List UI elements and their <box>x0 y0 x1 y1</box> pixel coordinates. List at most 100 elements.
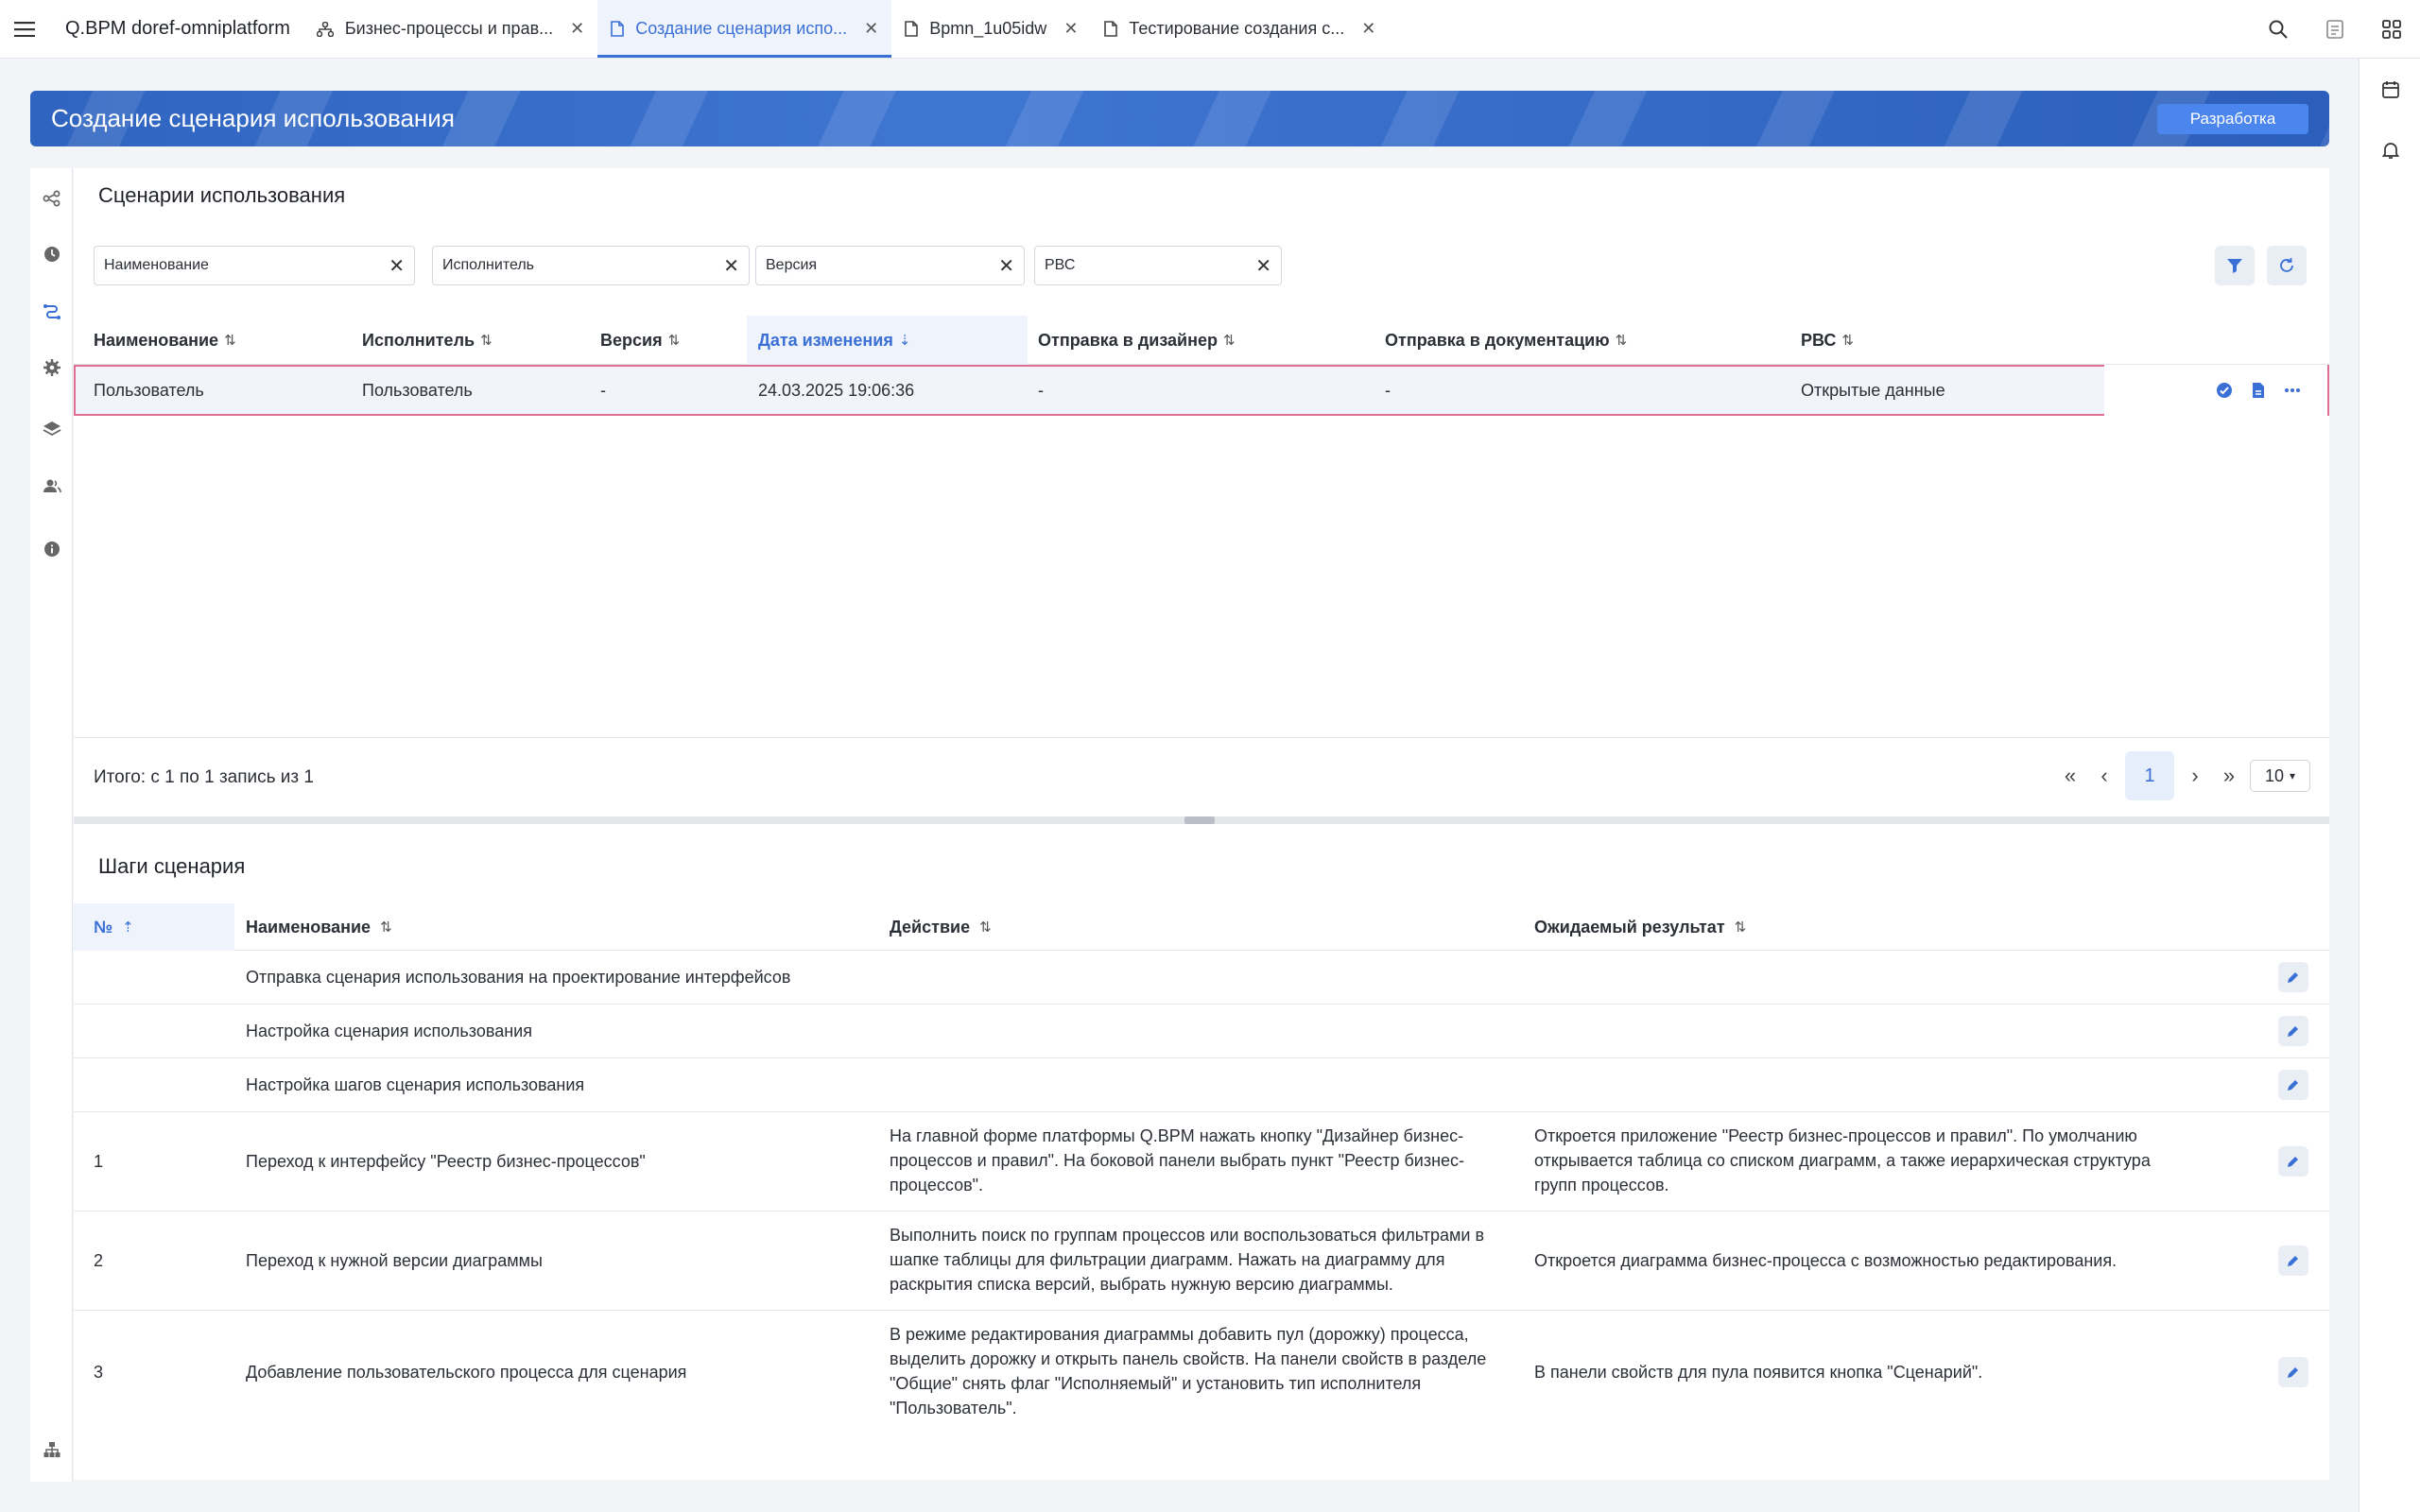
app-title[interactable]: Q.BPM doref-omniplatform <box>49 0 303 58</box>
edit-button[interactable] <box>2278 1357 2308 1387</box>
column-header-action[interactable]: Действие ⇅ <box>890 903 992 951</box>
panel-splitter[interactable] <box>74 816 2329 824</box>
process-tree-icon[interactable] <box>30 180 73 217</box>
next-page-icon[interactable]: › <box>2182 751 2208 800</box>
steps-panel: Шаги сценария № ⇡ Наименование ⇅ Действие ⇅… <box>74 824 2329 1480</box>
refresh-button[interactable] <box>2267 246 2307 285</box>
table-row[interactable]: Отправка сценария использования на проек… <box>74 951 2329 1005</box>
cell-step-name: Переход к нужной версии диаграммы <box>246 1251 543 1270</box>
filter-executor[interactable]: Исполнитель ✕ <box>432 246 750 285</box>
cell-version: - <box>600 380 606 400</box>
close-icon[interactable]: ✕ <box>570 19 584 39</box>
splitter-handle[interactable] <box>1184 816 1215 824</box>
filter-toggle-button[interactable] <box>2215 246 2255 285</box>
cell-expected-result <box>1534 1005 2177 1057</box>
clear-filter-icon[interactable]: ✕ <box>998 254 1014 278</box>
cell-action: В режиме редактирования диаграммы добави… <box>890 1325 1487 1415</box>
cell-step-name: Настройка сценария использования <box>246 1022 532 1040</box>
pencil-icon <box>2287 971 2300 984</box>
cell-expected-result: Откроется диаграмма бизнес-процесса с во… <box>1534 1251 2118 1270</box>
layers-icon[interactable] <box>30 410 73 448</box>
column-header-rvs[interactable]: РВС ⇅ <box>1801 316 1854 365</box>
sort-icon: ⇅ <box>979 919 992 936</box>
page-button-current[interactable]: 1 <box>2125 751 2174 800</box>
column-header-number[interactable]: № ⇡ <box>74 903 234 951</box>
cell-expected-result: В панели свойств для пула появится кнопк… <box>1534 1363 1983 1382</box>
filter-label: Версия <box>766 257 818 273</box>
cell-to-designer: - <box>1038 380 1044 400</box>
column-header-version[interactable]: Версия ⇅ <box>600 316 680 365</box>
search-icon[interactable] <box>2250 0 2307 59</box>
environment-badge[interactable]: Разработка <box>2157 104 2308 134</box>
left-sidebar <box>30 168 73 1482</box>
filter-version[interactable]: Версия ✕ <box>755 246 1025 285</box>
top-bar: Q.BPM doref-omniplatform Бизнес-процессы… <box>0 0 2420 59</box>
approve-icon[interactable] <box>2216 382 2233 399</box>
page-size-select[interactable]: 10 ▾ <box>2250 760 2310 792</box>
clear-filter-icon[interactable]: ✕ <box>723 254 739 278</box>
settings-gear-icon[interactable] <box>30 349 73 387</box>
scenarios-title: Сценарии использования <box>98 183 346 207</box>
filter-label: РВС <box>1045 257 1076 273</box>
last-page-icon[interactable]: » <box>2216 751 2242 800</box>
tab-create-scenario[interactable]: Создание сценария испо... ✕ <box>597 0 892 58</box>
column-header-to-designer[interactable]: Отправка в дизайнер ⇅ <box>1038 316 1236 365</box>
first-page-icon[interactable]: « <box>2057 751 2083 800</box>
edit-button[interactable] <box>2278 1070 2308 1100</box>
right-rail <box>2359 59 2420 1512</box>
filter-name[interactable]: Наименование ✕ <box>94 246 415 285</box>
filter-icon <box>2226 257 2243 274</box>
page-header-banner: Создание сценария использования Разработ… <box>30 91 2329 146</box>
column-header-executor[interactable]: Исполнитель ⇅ <box>362 316 493 365</box>
row-actions <box>2104 365 2327 416</box>
sort-icon: ⇅ <box>480 333 493 349</box>
tab-bpmn[interactable]: Bpmn_1u05idw ✕ <box>891 0 1091 58</box>
column-header-name[interactable]: Наименование ⇅ <box>94 316 236 365</box>
column-header-to-docs[interactable]: Отправка в документацию ⇅ <box>1385 316 1627 365</box>
table-row[interactable]: 1 Переход к интерфейсу "Реестр бизнес-пр… <box>74 1112 2329 1211</box>
cell-rvs: Открытые данные <box>1801 380 1945 400</box>
table-row[interactable]: Пользователь Пользователь - 24.03.2025 1… <box>74 365 2329 416</box>
table-row[interactable]: Настройка сценария использования <box>74 1005 2329 1058</box>
document-icon[interactable] <box>2252 382 2265 399</box>
sort-asc-icon: ⇡ <box>122 919 134 936</box>
filter-rvs[interactable]: РВС ✕ <box>1034 246 1282 285</box>
bell-icon[interactable] <box>2360 120 2420 180</box>
users-icon[interactable] <box>30 467 73 505</box>
more-icon[interactable] <box>2284 387 2301 393</box>
tab-testing[interactable]: Тестирование создания с... ✕ <box>1091 0 1389 58</box>
table-row[interactable]: Настройка шагов сценария использования <box>74 1058 2329 1112</box>
close-icon[interactable]: ✕ <box>1361 19 1375 39</box>
clear-filter-icon[interactable]: ✕ <box>1255 254 1271 278</box>
list-icon[interactable] <box>2307 0 2363 59</box>
history-clock-icon[interactable] <box>30 235 73 273</box>
chevron-down-icon: ▾ <box>2290 769 2296 782</box>
menu-icon[interactable] <box>0 0 49 58</box>
edit-button[interactable] <box>2278 962 2308 992</box>
cell-expected-result <box>1534 1058 2177 1111</box>
edit-button[interactable] <box>2278 1016 2308 1046</box>
sort-icon: ⇅ <box>380 919 392 936</box>
edit-button[interactable] <box>2278 1146 2308 1177</box>
apps-grid-icon[interactable] <box>2363 0 2420 59</box>
close-icon[interactable]: ✕ <box>1063 19 1078 39</box>
pencil-icon <box>2287 1024 2300 1038</box>
scenarios-icon[interactable] <box>30 292 73 330</box>
refresh-icon <box>2278 257 2295 274</box>
tab-business-processes[interactable]: Бизнес-процессы и прав... ✕ <box>303 0 597 58</box>
edit-button[interactable] <box>2278 1246 2308 1276</box>
cell-expected-result <box>1534 951 2177 1004</box>
table-row[interactable]: 3 Добавление пользовательского процесса … <box>74 1311 2329 1434</box>
table-footer: Итого: с 1 по 1 запись из 1 « ‹ 1 › » 10… <box>74 737 2329 816</box>
cell-number: 2 <box>94 1251 104 1270</box>
clear-filter-icon[interactable]: ✕ <box>389 254 405 278</box>
column-header-step-name[interactable]: Наименование ⇅ <box>246 903 392 951</box>
table-row[interactable]: 2 Переход к нужной версии диаграммы Выпо… <box>74 1211 2329 1311</box>
hierarchy-icon[interactable] <box>30 1431 73 1469</box>
info-icon[interactable] <box>30 530 73 568</box>
close-icon[interactable]: ✕ <box>864 19 878 39</box>
calendar-icon[interactable] <box>2360 60 2420 120</box>
prev-page-icon[interactable]: ‹ <box>2091 751 2118 800</box>
column-header-expected-result[interactable]: Ожидаемый результат ⇅ <box>1534 903 1746 951</box>
column-header-modified-date[interactable]: Дата изменения ⇣ <box>747 316 1028 365</box>
